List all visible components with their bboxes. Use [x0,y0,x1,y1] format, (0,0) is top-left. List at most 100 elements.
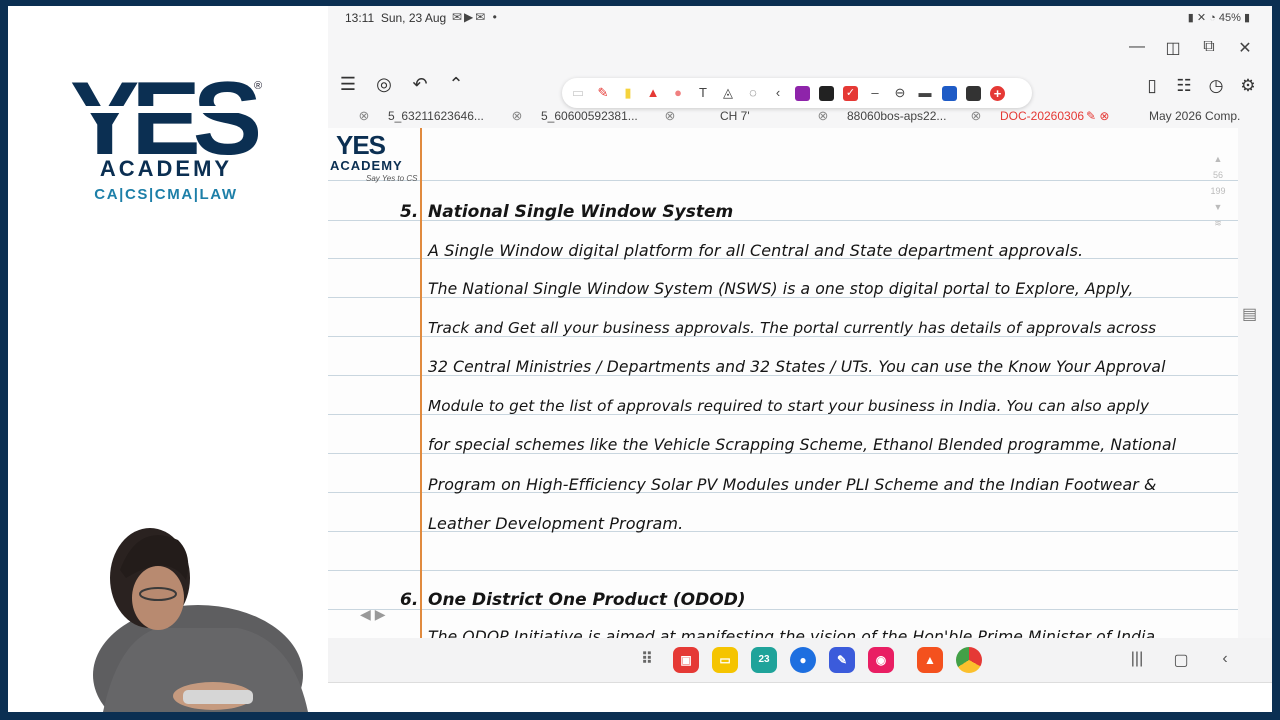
color-swatch-purple[interactable] [795,85,810,101]
tab-doc-2[interactable]: ⊗ 5_60600592381... [509,106,662,128]
home-icon[interactable]: ▢ [1172,650,1190,670]
presenter-image [8,500,328,712]
status-bar: 13:11 Sun, 23 Aug ✉▶✉ • ▮ ✕ ◔ 45% ▮ [328,6,1272,30]
eraser-tool-icon[interactable]: ▭ [570,85,586,101]
presenter-webcam [8,500,328,712]
section-5-number: 5. [400,202,419,222]
chevron-left-icon[interactable]: ‹ [770,85,786,101]
toolbar-right: ▯ ☷ ◷ ⚙ [1142,76,1258,96]
frame-left [0,0,8,720]
app-calendar-icon[interactable]: 23 [751,647,777,673]
toolbar-left: ☰ ◎ ↶ ⌃ [338,74,466,95]
total-page-number: 199 [1210,186,1226,196]
page-logo: YES ACADEMY Say Yes to CS [330,130,418,183]
app-pen-icon[interactable]: ✎ [829,647,855,673]
document-tab-bar: ⊗ 5_63211623646... ⊗ 5_60600592381... ⊗ … [328,106,1272,128]
close-icon[interactable]: ✕ [1236,38,1254,58]
tab-edit-icon[interactable]: ✎ ⊗ [1086,106,1109,126]
taskbar: ⠿ ▣ ▭ 23 ● ✎ ◉ ▲ ||| ▢ ‹ [328,638,1272,682]
color-swatch-black[interactable] [819,85,834,101]
app-screen-recorder-icon[interactable]: ◉ [868,647,894,673]
notification-icons: ✉▶✉ • [452,10,499,24]
tab-doc-4[interactable]: ⊗ 88060bos-aps22... [815,106,968,128]
layers-icon[interactable]: ≋ [1206,218,1230,229]
tab-doc-5-active[interactable]: ⊗ DOC-20260306-... ✎ ⊗ [968,106,1121,128]
registered-mark: ® [254,80,263,92]
yes-academy-logo: YES ® ACADEMY CA|CS|CMA|LAW [68,66,268,216]
app-messages-icon[interactable]: ● [790,647,816,673]
tab-close-icon[interactable]: ⊗ [662,106,678,126]
section-5-line-1: A Single Window digital platform for all… [428,241,1084,260]
scroll-down-icon[interactable]: ▼ [1206,202,1230,212]
page-icon[interactable]: ▯ [1142,76,1162,96]
logo-subtitle: CA|CS|CMA|LAW [94,186,238,203]
pen-tool-icon[interactable]: ✎ [595,85,611,101]
eraser-pink-icon[interactable]: ● [670,85,686,101]
section-6-heading: One District One Product (ODOD) [428,590,746,610]
color-swatch-dark[interactable] [966,85,981,101]
status-time: 13:11 Sun, 23 Aug [345,11,447,25]
section-6-partial-line: The ODOP Initiative is aimed at manifest… [428,628,1156,638]
popup-view-icon[interactable]: ⧉ [1200,38,1218,58]
section-5-line-8: Leather Development Program. [428,514,684,533]
frame-right [1272,0,1280,720]
app-pdf-icon[interactable]: ▣ [673,647,699,673]
color-swatch-blue[interactable] [942,85,957,101]
section-5-line-5: Module to get the list of approvals requ… [428,397,1150,415]
color-swatch-red[interactable]: ✓ [843,85,858,101]
tab-doc-3[interactable]: ⊗ CH 7' [662,106,815,128]
lasso-tool-icon[interactable]: ◌ [745,85,761,101]
section-6-number: 6. [400,590,419,610]
section-5-line-3: Track and Get all your business approval… [428,319,1157,337]
svg-text:YES: YES [70,66,258,166]
app-chrome-icon[interactable] [956,647,982,673]
settings-gear-icon[interactable]: ⚙ [1238,76,1258,96]
outline-icon[interactable]: ☷ [1174,76,1194,96]
add-color-icon[interactable]: + [990,85,1005,101]
medium-stroke-icon[interactable]: ⊖ [892,85,908,101]
section-5-line-2: The National Single Window System (NSWS)… [428,280,1134,298]
yes-logo-mark: YES [68,66,258,166]
tab-close-icon[interactable]: ⊗ [356,106,372,126]
collapse-icon[interactable]: ⌃ [446,74,466,95]
window-controls: — ◫ ⧉ ✕ [1128,38,1254,58]
pen-toolbar: ▭ ✎ ▮ ▲ ● T ◬ ◌ ‹ ✓ – ⊖ ▬ + [562,78,1032,108]
tab-close-icon[interactable]: ⊗ [509,106,525,126]
bottom-strip [328,682,1272,712]
text-tool-icon[interactable]: T [695,85,711,101]
notebook-page[interactable]: YES ACADEMY Say Yes to CS 5. National Si… [328,128,1238,638]
logo-academy-text: ACADEMY [99,156,233,181]
section-5-line-4: 32 Central Ministries / Departments and … [428,358,1166,376]
taskbar-apps: ⠿ ▣ ▭ 23 ● ✎ ◉ ▲ [634,647,982,673]
page-scroller[interactable]: ▲ 56 199 ▼ ≋ [1206,154,1230,235]
back-icon[interactable]: ‹ [1216,650,1234,670]
section-5-heading: National Single Window System [428,202,734,222]
tab-doc-6[interactable]: May 2026 Comp. [1121,106,1251,128]
page-nav-arrows[interactable]: ◀▶ [360,606,390,623]
marker-tool-icon[interactable]: ▲ [645,85,661,101]
thin-stroke-icon[interactable]: – [867,85,883,101]
shapes-tool-icon[interactable]: ◬ [720,85,736,101]
battery-status: ▮ ✕ ◔ 45% ▮ [1187,12,1250,24]
highlighter-tool-icon[interactable]: ▮ [620,85,636,101]
recent-apps-icon[interactable]: ||| [1128,650,1146,670]
side-panel-handle-icon[interactable]: ▤ [1242,304,1260,326]
app-drawer-icon[interactable]: ⠿ [634,647,660,673]
thick-stroke-icon[interactable]: ▬ [917,85,933,101]
history-icon[interactable]: ◷ [1206,76,1226,96]
undo-icon[interactable]: ↶ [410,74,430,95]
minimize-icon[interactable]: — [1128,38,1146,58]
scroll-up-icon[interactable]: ▲ [1206,154,1230,164]
app-notes-icon[interactable]: ▭ [712,647,738,673]
menu-icon[interactable]: ☰ [338,74,358,95]
app-office-icon[interactable]: ▲ [917,647,943,673]
tab-close-icon[interactable]: ⊗ [968,106,984,126]
tab-close-icon[interactable]: ⊗ [815,106,831,126]
read-mode-icon[interactable]: ◎ [374,74,394,95]
tab-doc-1[interactable]: ⊗ 5_63211623646... [356,106,509,128]
section-5-line-7: Program on High-Efficiency Solar PV Modu… [428,475,1157,494]
frame-bottom [0,712,1280,720]
current-page-number: 56 [1212,170,1223,180]
system-nav: ||| ▢ ‹ [1128,650,1234,670]
split-view-icon[interactable]: ◫ [1164,38,1182,58]
